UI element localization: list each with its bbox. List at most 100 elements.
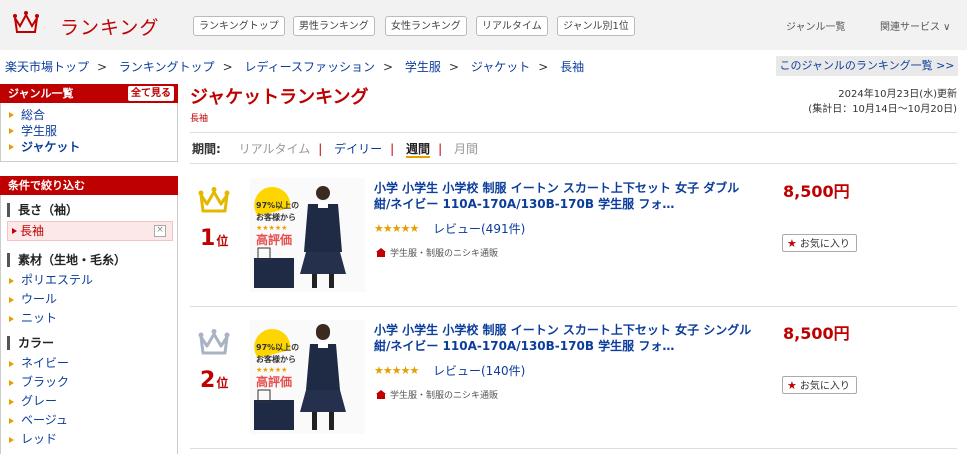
thumb-badge-mid: お客様から	[256, 212, 296, 222]
favorite-star-icon: ★	[787, 237, 797, 250]
period-selector: 期間: リアルタイム | デイリー | 週間 | 月間	[192, 140, 478, 158]
genre-ranking-list-link[interactable]: このジャンルのランキング一覧 >>	[776, 56, 958, 76]
shop-link[interactable]: 学生服・制服のニシキ通販	[376, 246, 498, 259]
logo-text[interactable]: ランキング	[60, 13, 159, 40]
favorite-star-icon: ★	[787, 379, 797, 392]
rating-stars-icon: ★★★★★	[374, 222, 419, 235]
sidebar: ジャンル一覧 全て見る 総合 学生服 ジャケット	[0, 84, 178, 162]
genre-list-title: ジャンル一覧	[8, 87, 74, 100]
filter-item-red[interactable]: レッド	[9, 430, 177, 449]
breadcrumb: 楽天市場トップ > ランキングトップ > レディースファッション > 学生服 > ジャケ…	[5, 58, 584, 75]
genre-list: 総合 学生服 ジャケット	[0, 103, 178, 162]
filter-item-beige[interactable]: ベージュ	[9, 411, 177, 430]
filter-item-polyester[interactable]: ポリエステル	[9, 271, 177, 290]
review-count-link[interactable]: レビュー(140件)	[433, 362, 525, 379]
see-all-button[interactable]: 全て見る	[128, 86, 174, 101]
nav-men-ranking[interactable]: 男性ランキング	[293, 16, 375, 36]
breadcrumb-separator: >	[97, 60, 108, 74]
related-services-link[interactable]: 関連サービス ∨	[880, 18, 951, 33]
page-title: ジャケットランキング	[190, 87, 369, 108]
product-name-link[interactable]: 小学 小学生 小学校 制服 イートン スカート上下セット 女子 シングル 紺/ネ…	[374, 322, 754, 354]
breadcrumb-item[interactable]: レディースファッション	[244, 60, 375, 74]
period-label: 期間:	[192, 142, 221, 156]
thumb-badge-top: 97%以上の	[256, 342, 299, 352]
filter-selected-label: 長袖	[20, 224, 45, 238]
review-count-link[interactable]: レビュー(491件)	[433, 220, 525, 237]
ranking-item: 2位 97%以上の お客様から ★★★★★ 高評価 小学 小学生 小学校 制服 …	[190, 320, 957, 460]
divider	[190, 448, 957, 449]
thumb-badge-big: 高評価	[256, 232, 292, 247]
period-separator: |	[438, 142, 443, 156]
breadcrumb-separator: >	[383, 60, 394, 74]
filter-item-knit[interactable]: ニット	[9, 309, 177, 328]
product-price: 8,500円	[783, 324, 850, 343]
filter-list-color: ネイビー ブラック グレー ベージュ レッド	[1, 354, 177, 449]
genre-list-header: ジャンル一覧 全て見る	[0, 84, 178, 103]
breadcrumb-item[interactable]: 学生服	[405, 60, 441, 74]
favorite-label: お気に入り	[799, 381, 850, 392]
period-weekly[interactable]: 週間	[406, 142, 431, 158]
genre-item-all[interactable]: 総合	[9, 107, 177, 123]
divider	[190, 306, 957, 307]
genre-item-school-uniform[interactable]: 学生服	[9, 123, 177, 139]
filter-header: 条件で絞り込む	[0, 176, 178, 195]
thumb-badge-mid: お客様から	[256, 354, 296, 364]
product-price: 8,500円	[783, 182, 850, 201]
genre-list-link[interactable]: ジャンル一覧	[786, 18, 846, 33]
filter-list-material: ポリエステル ウール ニット	[1, 271, 177, 328]
filter-group-title-color: カラー	[7, 336, 177, 350]
period-separator: |	[318, 142, 323, 156]
update-info: 2024年10月23日(水)更新 (集計日：10月14日～10月20日)	[808, 87, 957, 117]
divider	[190, 132, 957, 133]
filter-group-title-material: 素材（生地・毛糸）	[7, 253, 177, 267]
shop-name: 学生服・制服のニシキ通販	[390, 391, 499, 401]
nav-ranking-top[interactable]: ランキングトップ	[193, 16, 285, 36]
filter-item-navy[interactable]: ネイビー	[9, 354, 177, 373]
period-range: (集計日：10月14日～10月20日)	[808, 104, 957, 115]
filter-panel: 長さ（袖） 長袖 × 素材（生地・毛糸） ポリエステル ウール ニット カラー …	[0, 195, 178, 454]
filter-item-black[interactable]: ブラック	[9, 373, 177, 392]
shop-name: 学生服・制服のニシキ通販	[390, 249, 499, 259]
breadcrumb-item[interactable]: ジャケット	[471, 60, 530, 74]
filter-selected-long-sleeve[interactable]: 長袖 ×	[7, 221, 173, 241]
thumb-badge-big: 高評価	[256, 374, 292, 389]
shop-icon	[376, 248, 386, 257]
breadcrumb-item[interactable]: 楽天市場トップ	[5, 60, 89, 74]
svg-text:★★★★★: ★★★★★	[256, 366, 287, 374]
breadcrumb-separator: >	[448, 60, 459, 74]
period-realtime[interactable]: リアルタイム	[239, 142, 311, 156]
remove-filter-icon[interactable]: ×	[154, 225, 166, 237]
nav-genre-first[interactable]: ジャンル別1位	[557, 16, 635, 36]
breadcrumb-separator: >	[222, 60, 233, 74]
rank-suffix: 位	[216, 376, 229, 390]
shop-link[interactable]: 学生服・制服のニシキ通販	[376, 388, 498, 401]
ranking-item: 1位 97%以上の お客様から ★★★★★ 高評価 小学 小学生 小学校 制服 …	[190, 178, 957, 318]
add-favorite-button[interactable]: ★ お気に入り	[782, 234, 857, 252]
period-daily[interactable]: デイリー	[334, 142, 382, 156]
updated-date: 2024年10月23日(水)更新	[838, 89, 957, 100]
product-name-link[interactable]: 小学 小学生 小学校 制服 イートン スカート上下セット 女子 ダブル 紺/ネイ…	[374, 180, 754, 212]
period-monthly[interactable]: 月間	[454, 142, 478, 156]
filter-item-gray[interactable]: グレー	[9, 392, 177, 411]
divider	[190, 163, 957, 164]
nav-women-ranking[interactable]: 女性ランキング	[385, 16, 467, 36]
add-favorite-button[interactable]: ★ お気に入り	[782, 376, 857, 394]
breadcrumb-item[interactable]: 長袖	[560, 60, 584, 74]
nav-realtime[interactable]: リアルタイム	[476, 16, 548, 36]
top-bar: ランキング ランキングトップ 男性ランキング 女性ランキング リアルタイム ジャ…	[0, 0, 967, 50]
crown-logo-icon[interactable]	[12, 10, 40, 36]
product-thumbnail[interactable]: 97%以上の お客様から ★★★★★ 高評価	[250, 320, 365, 434]
rank-suffix: 位	[216, 234, 229, 248]
gold-crown-icon	[198, 187, 230, 213]
genre-item-jacket[interactable]: ジャケット	[9, 139, 177, 155]
page-subtitle: 長袖	[190, 114, 209, 124]
favorite-label: お気に入り	[799, 239, 850, 250]
breadcrumb-item[interactable]: ランキングトップ	[119, 60, 215, 74]
filter-item-wool[interactable]: ウール	[9, 290, 177, 309]
shop-icon	[376, 390, 386, 399]
product-thumbnail[interactable]: 97%以上の お客様から ★★★★★ 高評価	[250, 178, 365, 292]
filter-group-title-sleeve: 長さ（袖）	[7, 203, 177, 217]
rank-value: 1	[200, 226, 216, 251]
rating-stars-icon: ★★★★★	[374, 364, 419, 377]
silver-crown-icon	[198, 329, 230, 355]
